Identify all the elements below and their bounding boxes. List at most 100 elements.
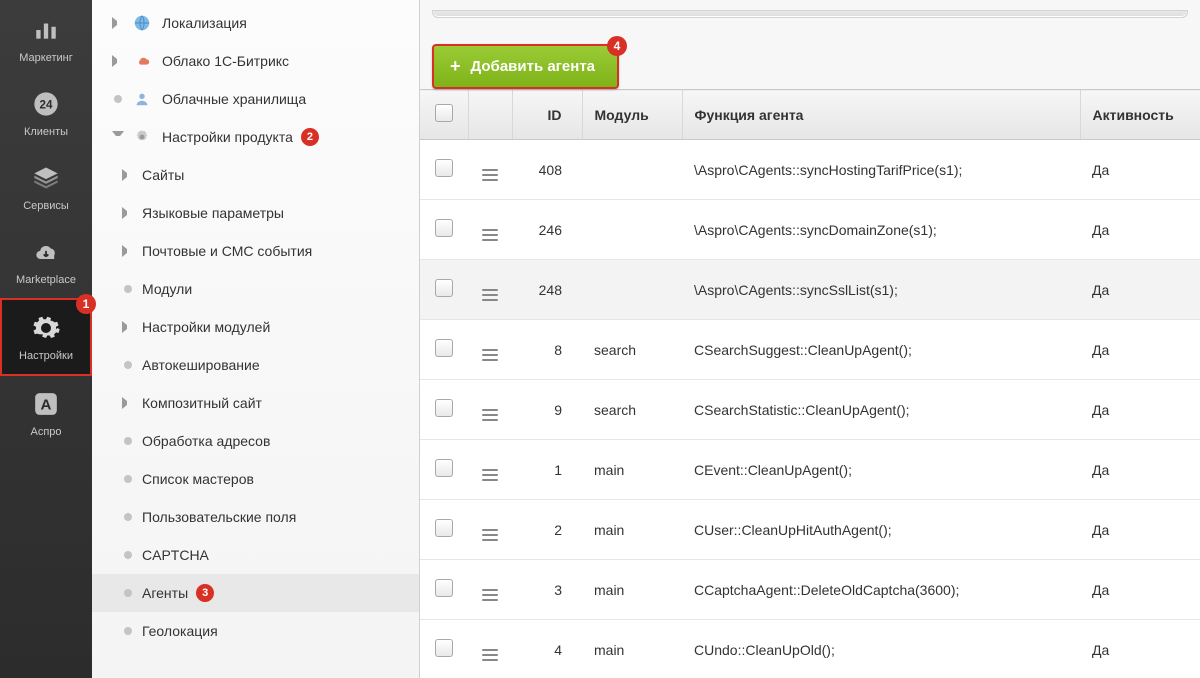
bullet-icon: [114, 95, 122, 103]
bullet-icon: [124, 627, 132, 635]
row-actions-icon[interactable]: [482, 649, 498, 661]
tree-product-settings[interactable]: Настройки продукта2: [92, 118, 419, 156]
tree-item-label: CAPTCHA: [142, 547, 209, 563]
table-row[interactable]: 2 main CUser::CleanUpHitAuthAgent(); Да: [420, 500, 1200, 560]
cell-function: CSearchSuggest::CleanUpAgent();: [682, 320, 1080, 380]
table-row[interactable]: 408 \Aspro\CAgents::syncHostingTarifPric…: [420, 140, 1200, 200]
rail-label: Аспро: [30, 426, 61, 438]
tree-geo[interactable]: Геолокация: [92, 612, 419, 650]
cell-module: [582, 260, 682, 320]
tree-mail-sms[interactable]: Почтовые и СМС события: [92, 232, 419, 270]
rail-marketplace[interactable]: Marketplace: [0, 224, 92, 298]
cell-function: CSearchStatistic::CleanUpAgent();: [682, 380, 1080, 440]
rail-label: Marketplace: [16, 274, 76, 286]
row-actions-icon[interactable]: [482, 229, 498, 241]
globe-icon: [132, 13, 152, 33]
rail-marketing[interactable]: Маркетинг: [0, 2, 92, 76]
clock24-icon: 24: [28, 86, 64, 122]
chevron-right-icon: [112, 17, 124, 29]
agents-table-wrap: ID Модуль Функция агента Активность 408 …: [420, 89, 1200, 678]
table-row[interactable]: 4 main CUndo::CleanUpOld(); Да: [420, 620, 1200, 678]
row-actions-icon[interactable]: [482, 289, 498, 301]
tree-module-settings[interactable]: Настройки модулей: [92, 308, 419, 346]
tree-item-label: Агенты: [142, 585, 188, 601]
step-badge-3: 3: [196, 584, 214, 602]
content-area: + Добавить агента 4 ID Модуль Функция аг…: [420, 0, 1200, 678]
tree-url[interactable]: Обработка адресов: [92, 422, 419, 460]
top-panel-placeholder: [432, 10, 1188, 18]
plus-icon: +: [450, 56, 461, 77]
col-active-header[interactable]: Активность: [1080, 90, 1200, 140]
cell-active: Да: [1080, 320, 1200, 380]
cell-active: Да: [1080, 140, 1200, 200]
tree-captcha[interactable]: CAPTCHA: [92, 536, 419, 574]
bullet-icon: [124, 551, 132, 559]
row-actions-icon[interactable]: [482, 589, 498, 601]
row-actions-icon[interactable]: [482, 469, 498, 481]
tree-autocache[interactable]: Автокеширование: [92, 346, 419, 384]
cell-id: 1: [512, 440, 582, 500]
bullet-icon: [124, 475, 132, 483]
tree-wizards[interactable]: Список мастеров: [92, 460, 419, 498]
rail-label: Маркетинг: [19, 52, 72, 64]
cell-id: 8: [512, 320, 582, 380]
col-func-header[interactable]: Функция агента: [682, 90, 1080, 140]
row-checkbox[interactable]: [435, 639, 453, 657]
table-row[interactable]: 1 main CEvent::CleanUpAgent(); Да: [420, 440, 1200, 500]
tree-item-label: Почтовые и СМС события: [142, 243, 312, 259]
tree-item-label: Настройки модулей: [142, 319, 270, 335]
table-row[interactable]: 246 \Aspro\CAgents::syncDomainZone(s1); …: [420, 200, 1200, 260]
rail-aspro[interactable]: А Аспро: [0, 376, 92, 450]
tree-userfields[interactable]: Пользовательские поля: [92, 498, 419, 536]
cell-active: Да: [1080, 380, 1200, 440]
add-agent-button[interactable]: + Добавить агента: [432, 44, 619, 89]
cell-function: \Aspro\CAgents::syncSslList(s1);: [682, 260, 1080, 320]
row-actions-icon[interactable]: [482, 529, 498, 541]
rail-settings[interactable]: Настройки 1: [0, 298, 92, 376]
row-actions-icon[interactable]: [482, 169, 498, 181]
tree-bitrix-cloud[interactable]: Облако 1С-Битрикс: [92, 42, 419, 80]
col-id-header[interactable]: ID: [512, 90, 582, 140]
table-row[interactable]: 3 main CCaptchaAgent::DeleteOldCaptcha(3…: [420, 560, 1200, 620]
row-checkbox[interactable]: [435, 459, 453, 477]
row-checkbox[interactable]: [435, 279, 453, 297]
tree-localization[interactable]: Локализация: [92, 4, 419, 42]
step-badge-4: 4: [607, 36, 627, 56]
layers-icon: [28, 160, 64, 196]
chart-icon: [28, 12, 64, 48]
cell-module: main: [582, 560, 682, 620]
row-checkbox[interactable]: [435, 339, 453, 357]
rail-clients[interactable]: 24 Клиенты: [0, 76, 92, 150]
row-checkbox[interactable]: [435, 579, 453, 597]
chevron-right-icon: [122, 169, 134, 181]
table-row[interactable]: 8 search CSearchSuggest::CleanUpAgent();…: [420, 320, 1200, 380]
row-checkbox[interactable]: [435, 159, 453, 177]
tree-item-label: Пользовательские поля: [142, 509, 296, 525]
tree-modules[interactable]: Модули: [92, 270, 419, 308]
row-checkbox[interactable]: [435, 519, 453, 537]
cell-id: 408: [512, 140, 582, 200]
tree-item-label: Сайты: [142, 167, 184, 183]
cell-module: search: [582, 320, 682, 380]
cell-function: CEvent::CleanUpAgent();: [682, 440, 1080, 500]
table-row[interactable]: 9 search CSearchStatistic::CleanUpAgent(…: [420, 380, 1200, 440]
table-row[interactable]: 248 \Aspro\CAgents::syncSslList(s1); Да: [420, 260, 1200, 320]
chevron-right-icon: [122, 207, 134, 219]
row-actions-icon[interactable]: [482, 349, 498, 361]
col-module-header[interactable]: Модуль: [582, 90, 682, 140]
gear-sm-icon: [132, 127, 152, 147]
row-checkbox[interactable]: [435, 219, 453, 237]
tree-item-label: Автокеширование: [142, 357, 260, 373]
tree-cloud-storage[interactable]: Облачные хранилища: [92, 80, 419, 118]
checkbox-all[interactable]: [435, 104, 453, 122]
tree-sites[interactable]: Сайты: [92, 156, 419, 194]
tree-item-label: Обработка адресов: [142, 433, 270, 449]
row-checkbox[interactable]: [435, 399, 453, 417]
tree-item-label: Языковые параметры: [142, 205, 284, 221]
tree-agents[interactable]: Агенты 3: [92, 574, 419, 612]
tree-composite[interactable]: Композитный сайт: [92, 384, 419, 422]
cell-active: Да: [1080, 200, 1200, 260]
tree-lang[interactable]: Языковые параметры: [92, 194, 419, 232]
row-actions-icon[interactable]: [482, 409, 498, 421]
rail-services[interactable]: Сервисы: [0, 150, 92, 224]
